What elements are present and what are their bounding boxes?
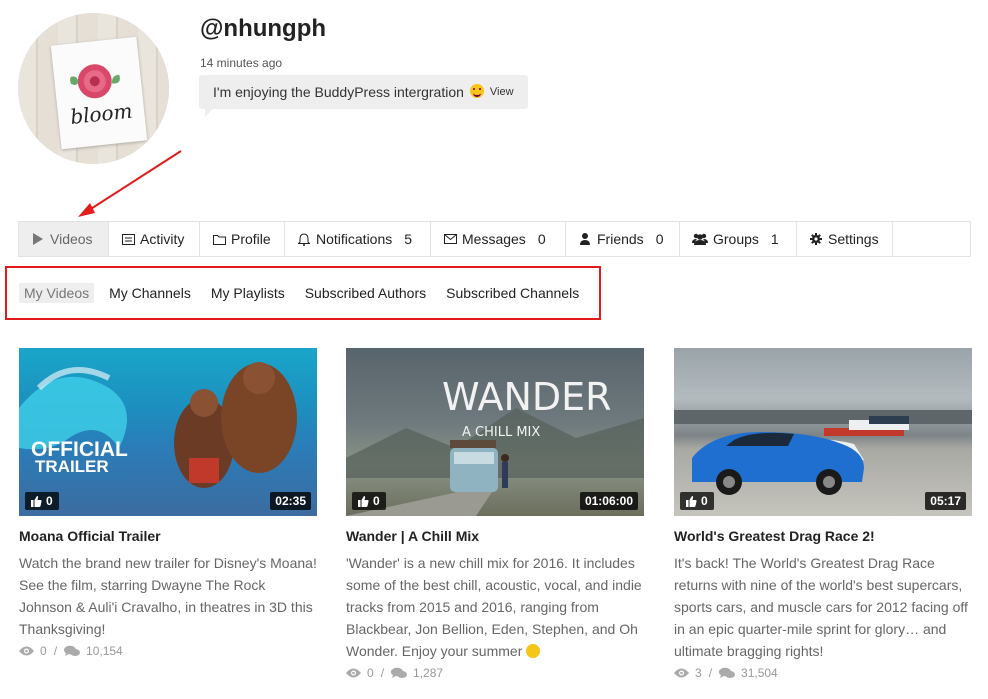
thumbnail-title-2: TRAILER — [35, 457, 109, 476]
comments-icon — [391, 667, 408, 678]
tab-activity[interactable]: Activity — [109, 222, 200, 256]
thumbs-up-icon — [358, 495, 369, 507]
video-title[interactable]: World's Greatest Drag Race 2! — [674, 528, 972, 544]
tab-label: Activity — [140, 231, 185, 247]
video-card: WANDER A CHILL MIX 0 01:06:00 Wander | A… — [346, 348, 644, 680]
timestamp: 14 minutes ago — [200, 56, 283, 70]
thumbs-up-icon — [31, 495, 42, 507]
video-description: Watch the brand new trailer for Disney's… — [19, 555, 317, 637]
avatar-logo-text: bloom — [69, 99, 133, 129]
video-title[interactable]: Moana Official Trailer — [19, 528, 317, 544]
video-description: It's back! The World's Greatest Drag Rac… — [674, 555, 968, 659]
subnav-subscribed-authors[interactable]: Subscribed Authors — [300, 283, 431, 303]
like-badge: 0 — [352, 492, 386, 510]
tab-settings[interactable]: Settings — [797, 222, 893, 256]
notification-count: 5 — [404, 231, 413, 247]
folder-icon — [212, 232, 226, 246]
thumbnail-art: OFFICIAL TRAILER — [19, 362, 297, 488]
tab-label: Friends — [597, 231, 644, 247]
view-count: 3 — [695, 666, 702, 680]
tab-profile[interactable]: Profile — [200, 222, 285, 256]
subnav-my-videos[interactable]: My Videos — [19, 283, 95, 303]
stats-separator: / — [380, 666, 385, 680]
eye-icon — [674, 668, 689, 678]
video-thumbnail[interactable]: OFFICIAL TRAILER 0 02:35 — [19, 348, 317, 516]
comment-count: 31,504 — [741, 666, 778, 680]
eye-icon — [19, 646, 34, 656]
tab-label: Videos — [50, 231, 93, 247]
smile-emoji-icon — [469, 84, 484, 98]
video-duration: 01:06:00 — [579, 492, 638, 510]
video-thumbnail[interactable]: 0 05:17 — [674, 348, 972, 516]
bell-icon — [297, 232, 311, 246]
eye-icon — [346, 668, 361, 678]
tab-label: Notifications — [316, 231, 393, 247]
message-count: 0 — [537, 231, 546, 247]
video-subnav: My Videos My Channels My Playlists Subsc… — [19, 283, 594, 303]
view-link[interactable]: View — [490, 86, 514, 98]
subnav-subscribed-channels[interactable]: Subscribed Channels — [441, 283, 584, 303]
like-count: 0 — [46, 494, 53, 508]
profile-nav: Videos Activity Profile Notifications 5 … — [18, 221, 971, 257]
video-thumbnail[interactable]: WANDER A CHILL MIX 0 01:06:00 — [346, 348, 644, 516]
thumbnail-art: WANDER A CHILL MIX — [346, 375, 644, 516]
stats-separator: / — [708, 666, 713, 680]
thumbnail-title-1: WANDER — [442, 375, 612, 419]
subnav-my-channels[interactable]: My Channels — [104, 283, 196, 303]
description-text: 'Wander' is a new chill mix for 2016. It… — [346, 555, 642, 659]
tab-groups[interactable]: Groups 1 — [680, 222, 797, 256]
tab-label: Settings — [828, 231, 879, 247]
thumbs-up-icon — [686, 495, 697, 507]
tab-notifications[interactable]: Notifications 5 — [285, 222, 431, 256]
tab-label: Messages — [462, 231, 526, 247]
rose-illustration: bloom — [69, 64, 134, 129]
thumbnail-art — [674, 410, 972, 495]
user-icon — [578, 232, 592, 246]
like-count: 0 — [373, 494, 380, 508]
video-stats: 0 / 1,287 — [346, 666, 644, 680]
tab-friends[interactable]: Friends 0 — [566, 222, 680, 256]
view-count: 0 — [367, 666, 374, 680]
like-badge: 0 — [25, 492, 59, 510]
status-bubble: I'm enjoying the BuddyPress intergration… — [199, 75, 528, 117]
users-icon — [692, 232, 708, 246]
play-icon — [31, 232, 45, 246]
smile-emoji-icon — [526, 644, 541, 658]
comments-icon — [719, 667, 736, 678]
gear-icon — [809, 232, 823, 246]
video-stats: 3 / 31,504 — [674, 666, 972, 680]
comments-icon — [64, 645, 81, 656]
comment-count: 1,287 — [413, 666, 444, 680]
thumbnail-title-2: A CHILL MIX — [462, 425, 540, 440]
envelope-icon — [443, 232, 457, 246]
avatar[interactable]: bloom — [18, 13, 169, 164]
username: @nhungph — [200, 15, 327, 42]
video-title[interactable]: Wander | A Chill Mix — [346, 528, 644, 544]
tab-label: Groups — [713, 231, 759, 247]
video-stats: 0 / 10,154 — [19, 644, 317, 658]
video-duration: 02:35 — [270, 492, 311, 510]
subnav-my-playlists[interactable]: My Playlists — [206, 283, 290, 303]
status-text: I'm enjoying the BuddyPress intergration — [213, 84, 464, 100]
group-count: 1 — [770, 231, 779, 247]
video-card: OFFICIAL TRAILER 0 02:35 Moana Official … — [19, 348, 317, 658]
stats-separator: / — [53, 644, 58, 658]
video-description: 'Wander' is a new chill mix for 2016. It… — [346, 552, 644, 662]
activity-icon — [121, 232, 135, 246]
like-count: 0 — [701, 494, 708, 508]
tab-videos[interactable]: Videos — [19, 222, 109, 256]
like-badge: 0 — [680, 492, 714, 510]
view-count: 0 — [40, 644, 47, 658]
video-card: 0 05:17 World's Greatest Drag Race 2! It… — [674, 348, 972, 680]
tab-label: Profile — [231, 231, 271, 247]
comment-count: 10,154 — [86, 644, 123, 658]
video-duration: 05:17 — [925, 492, 966, 510]
tab-messages[interactable]: Messages 0 — [431, 222, 566, 256]
friend-count: 0 — [655, 231, 664, 247]
